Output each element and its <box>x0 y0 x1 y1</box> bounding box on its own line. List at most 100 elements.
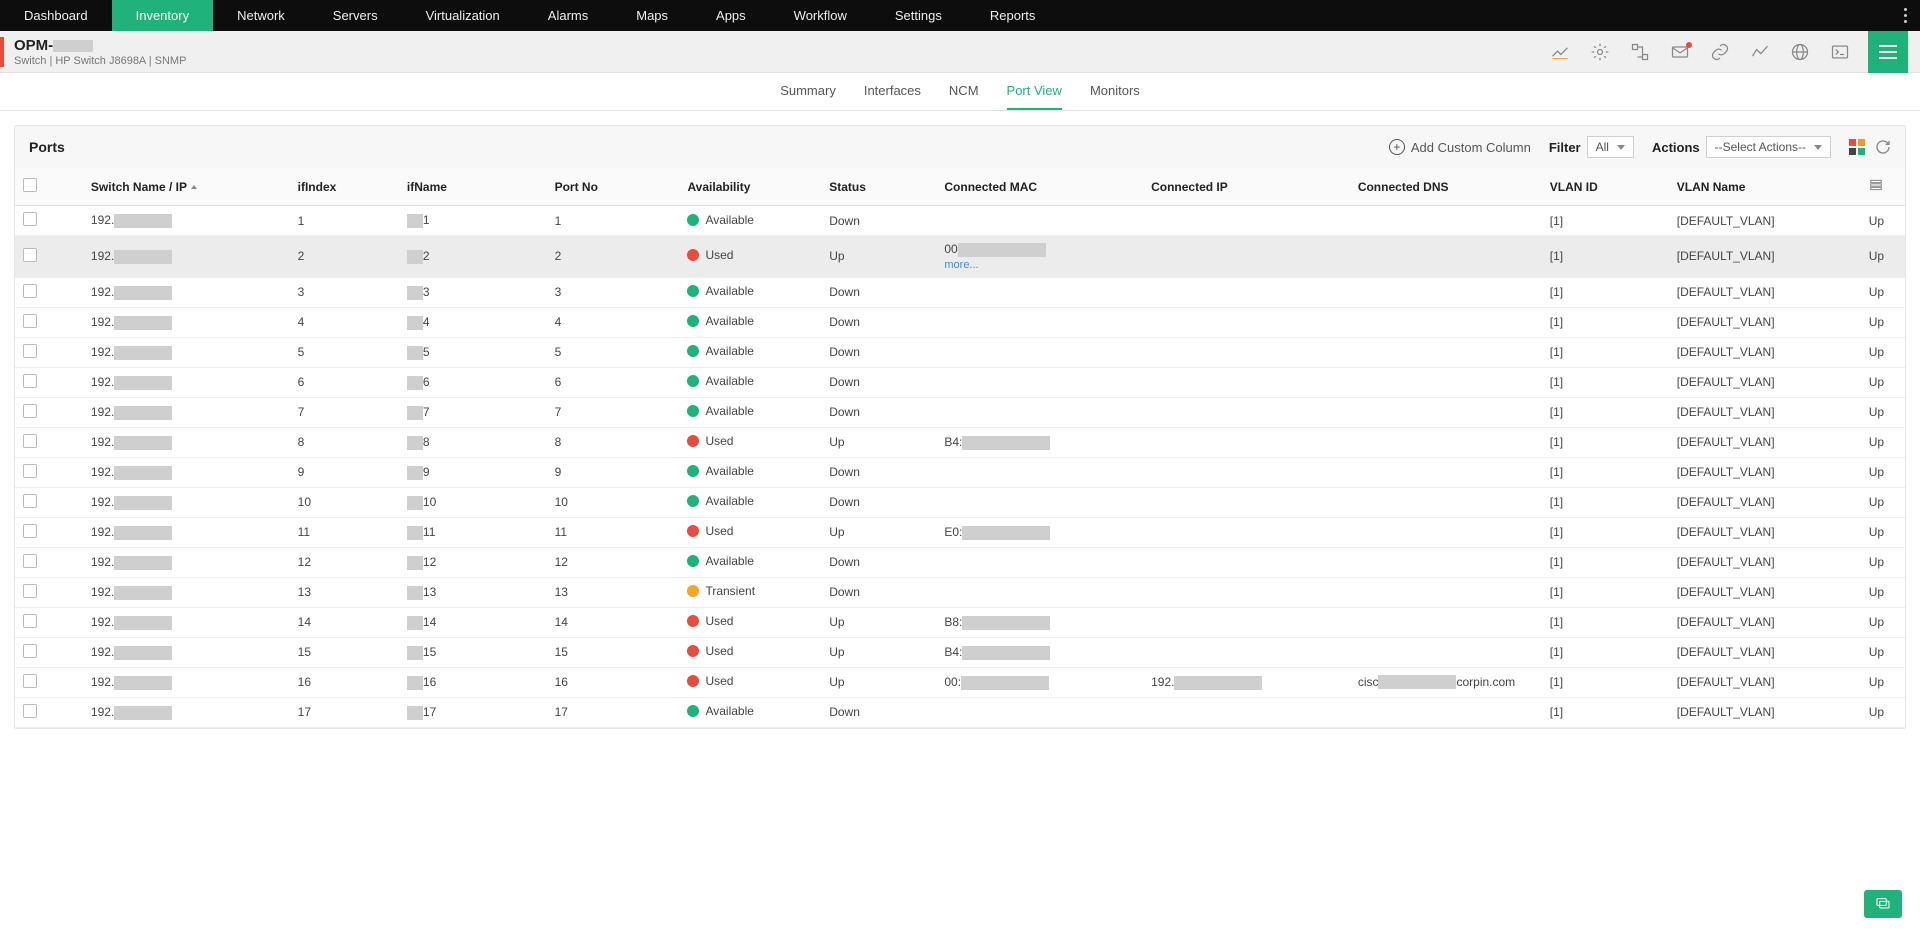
refresh-icon[interactable] <box>1875 139 1891 155</box>
table-row[interactable]: 192.888UsedUpB4:[1][DEFAULT_VLAN]Up <box>15 427 1905 457</box>
cell-dns <box>1350 487 1542 517</box>
row-checkbox[interactable] <box>23 554 37 568</box>
row-checkbox[interactable] <box>23 212 37 226</box>
table-row[interactable]: 192.131313TransientDown[1][DEFAULT_VLAN]… <box>15 577 1905 607</box>
terminal-icon[interactable] <box>1822 34 1858 70</box>
row-checkbox[interactable] <box>23 314 37 328</box>
column-settings[interactable] <box>1861 168 1905 206</box>
topnav-item-workflow[interactable]: Workflow <box>770 0 871 31</box>
table-row[interactable]: 192.444AvailableDown[1][DEFAULT_VLAN]Up <box>15 307 1905 337</box>
table-row[interactable]: 192.111111UsedUpE0:[1][DEFAULT_VLAN]Up <box>15 517 1905 547</box>
hamburger-menu[interactable] <box>1868 31 1908 73</box>
table-row[interactable]: 192.666AvailableDown[1][DEFAULT_VLAN]Up <box>15 367 1905 397</box>
cell-availability: Available <box>679 487 821 517</box>
table-row[interactable]: 192.171717AvailableDown[1][DEFAULT_VLAN]… <box>15 697 1905 727</box>
col-switch-name[interactable]: Switch Name / IP <box>83 168 290 206</box>
row-checkbox[interactable] <box>23 344 37 358</box>
add-custom-column-button[interactable]: + Add Custom Column <box>1389 139 1531 155</box>
table-row[interactable]: 192.111AvailableDown[1][DEFAULT_VLAN]Up <box>15 206 1905 236</box>
topnav-item-virtualization[interactable]: Virtualization <box>402 0 524 31</box>
subtab-summary[interactable]: Summary <box>780 73 836 110</box>
chat-fab[interactable] <box>1864 890 1902 918</box>
status-dot-icon <box>687 525 699 537</box>
col-availability[interactable]: Availability <box>679 168 821 206</box>
topnav-item-inventory[interactable]: Inventory <box>112 0 213 31</box>
globe-icon[interactable] <box>1782 34 1818 70</box>
row-checkbox[interactable] <box>23 674 37 688</box>
table-row[interactable]: 192.141414UsedUpB8:[1][DEFAULT_VLAN]Up <box>15 607 1905 637</box>
table-row[interactable]: 192.101010AvailableDown[1][DEFAULT_VLAN]… <box>15 487 1905 517</box>
cell-vlanid: [1] <box>1542 236 1669 278</box>
table-row[interactable]: 192.151515UsedUpB4:[1][DEFAULT_VLAN]Up <box>15 637 1905 667</box>
col-vlanid[interactable]: VLAN ID <box>1542 168 1669 206</box>
cell-ip <box>1143 457 1350 487</box>
cell-mac <box>936 547 1143 577</box>
topnav-item-settings[interactable]: Settings <box>871 0 966 31</box>
chart-icon[interactable] <box>1542 34 1578 70</box>
row-checkbox[interactable] <box>23 374 37 388</box>
table-row[interactable]: 192.333AvailableDown[1][DEFAULT_VLAN]Up <box>15 277 1905 307</box>
row-checkbox[interactable] <box>23 464 37 478</box>
col-portno[interactable]: Port No <box>547 168 680 206</box>
status-dot-icon <box>687 675 699 687</box>
topnav-item-network[interactable]: Network <box>213 0 309 31</box>
cell-vlanname: [DEFAULT_VLAN] <box>1669 206 1861 236</box>
row-checkbox[interactable] <box>23 404 37 418</box>
topnav-item-dashboard[interactable]: Dashboard <box>0 0 112 31</box>
alert-icon[interactable] <box>1582 34 1618 70</box>
table-row[interactable]: 192.999AvailableDown[1][DEFAULT_VLAN]Up <box>15 457 1905 487</box>
topnav-item-apps[interactable]: Apps <box>692 0 770 31</box>
row-checkbox[interactable] <box>23 614 37 628</box>
cell-ip <box>1143 697 1350 727</box>
row-checkbox[interactable] <box>23 644 37 658</box>
topnav-item-maps[interactable]: Maps <box>612 0 692 31</box>
mail-icon[interactable] <box>1662 34 1698 70</box>
cell-switch: 192. <box>83 697 290 727</box>
topnav-item-servers[interactable]: Servers <box>309 0 402 31</box>
col-ifindex[interactable]: ifIndex <box>290 168 399 206</box>
row-checkbox[interactable] <box>23 434 37 448</box>
filter-dropdown[interactable]: All <box>1587 136 1634 158</box>
grid-view-icon[interactable] <box>1849 139 1865 155</box>
row-checkbox[interactable] <box>23 284 37 298</box>
topnav-item-alarms[interactable]: Alarms <box>524 0 612 31</box>
row-checkbox[interactable] <box>23 524 37 538</box>
col-dns[interactable]: Connected DNS <box>1350 168 1542 206</box>
cell-status: Up <box>821 637 936 667</box>
cell-availability: Available <box>679 547 821 577</box>
more-link[interactable]: more... <box>944 259 1135 271</box>
subtab-monitors[interactable]: Monitors <box>1090 73 1140 110</box>
subtab-interfaces[interactable]: Interfaces <box>864 73 921 110</box>
actions-dropdown[interactable]: --Select Actions-- <box>1706 136 1831 158</box>
col-ip[interactable]: Connected IP <box>1143 168 1350 206</box>
select-all-header[interactable] <box>15 168 83 206</box>
cell-vlanname: [DEFAULT_VLAN] <box>1669 307 1861 337</box>
cell-vlanname: [DEFAULT_VLAN] <box>1669 397 1861 427</box>
subtab-port-view[interactable]: Port View <box>1007 73 1062 110</box>
subtab-ncm[interactable]: NCM <box>949 73 979 110</box>
cell-update: Up <box>1861 397 1905 427</box>
row-checkbox[interactable] <box>23 248 37 262</box>
network-icon[interactable] <box>1622 34 1658 70</box>
table-row[interactable]: 192.777AvailableDown[1][DEFAULT_VLAN]Up <box>15 397 1905 427</box>
table-row[interactable]: 192.555AvailableDown[1][DEFAULT_VLAN]Up <box>15 337 1905 367</box>
trend-icon[interactable] <box>1742 34 1778 70</box>
col-mac[interactable]: Connected MAC <box>936 168 1143 206</box>
table-row[interactable]: 192.222UsedUp00more...[1][DEFAULT_VLAN]U… <box>15 236 1905 278</box>
kebab-menu-icon[interactable] <box>1890 0 1920 31</box>
row-checkbox[interactable] <box>23 704 37 718</box>
row-checkbox[interactable] <box>23 494 37 508</box>
table-row[interactable]: 192.121212AvailableDown[1][DEFAULT_VLAN]… <box>15 547 1905 577</box>
table-row[interactable]: 192.161616UsedUp00:192.cisccorpin.com[1]… <box>15 667 1905 697</box>
cell-status: Up <box>821 607 936 637</box>
status-dot-icon <box>687 435 699 447</box>
col-status[interactable]: Status <box>821 168 936 206</box>
col-vlanname[interactable]: VLAN Name <box>1669 168 1861 206</box>
cell-vlanname: [DEFAULT_VLAN] <box>1669 457 1861 487</box>
col-ifname[interactable]: ifName <box>399 168 547 206</box>
cell-availability: Available <box>679 337 821 367</box>
link-icon[interactable] <box>1702 34 1738 70</box>
topnav-item-reports[interactable]: Reports <box>966 0 1060 31</box>
row-checkbox[interactable] <box>23 584 37 598</box>
status-dot-icon <box>687 345 699 357</box>
